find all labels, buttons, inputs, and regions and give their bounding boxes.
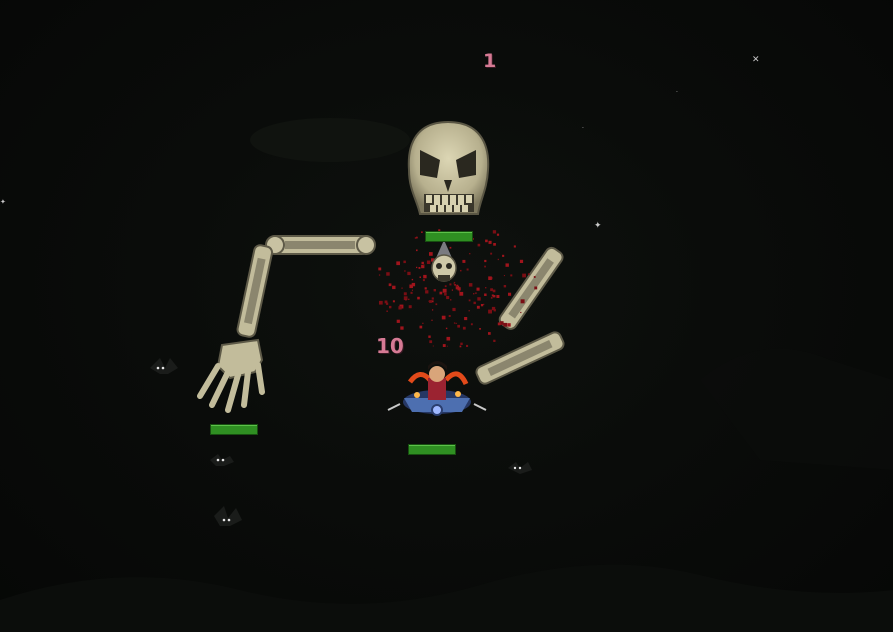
damage-number: 1 <box>483 50 497 72</box>
sparkle-icon: · <box>676 89 678 96</box>
bone-lower-right <box>475 331 565 385</box>
skull-projectile <box>431 240 457 282</box>
sparkle-icon: ✦ <box>0 198 6 206</box>
world-layer <box>0 118 893 632</box>
sparkle-icon: ✦ <box>594 221 602 231</box>
boss-skull[interactable] <box>407 120 490 215</box>
sparkle-icon: ✕ <box>752 55 760 65</box>
bone-lower-left <box>236 244 274 338</box>
cave-bat[interactable] <box>508 462 532 474</box>
boss-head-health-bar <box>425 231 473 242</box>
cave-bat[interactable] <box>214 506 242 526</box>
cave-bat[interactable] <box>210 454 234 466</box>
player-character[interactable] <box>387 361 487 416</box>
cave-bat[interactable] <box>150 358 178 374</box>
sparkle-icon: · <box>582 125 584 132</box>
bone-upper-right <box>498 246 564 330</box>
bone-upper-left <box>265 235 376 255</box>
boss-right-arm[interactable] <box>475 246 566 386</box>
boss-left-arm[interactable] <box>197 235 376 413</box>
damage-number: 10 <box>376 334 404 358</box>
background-shadow <box>250 118 410 162</box>
blood-splatter <box>378 229 538 348</box>
player-health-bar <box>408 444 456 455</box>
game-scene[interactable]: ✕ ✦ ✦ · · 1 10 <box>0 0 893 632</box>
boss-left-hand[interactable] <box>197 338 265 413</box>
boss-hand-health-bar <box>210 424 258 435</box>
